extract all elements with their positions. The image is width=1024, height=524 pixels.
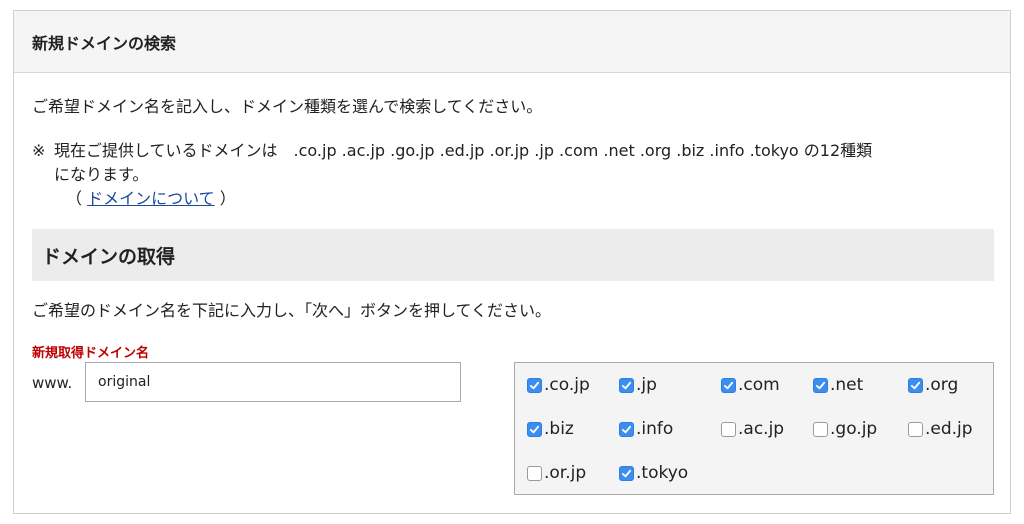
domain-checkbox[interactable] — [721, 421, 736, 437]
intro-text: ご希望ドメイン名を記入し、ドメイン種類を選んで検索してください。 — [32, 97, 543, 116]
domain-name-input[interactable] — [85, 362, 461, 402]
domain-checkbox[interactable] — [527, 377, 542, 393]
domain-name-label: 新規取得ドメイン名 — [32, 346, 150, 361]
domain-checkbox[interactable] — [527, 421, 542, 437]
paren-close: ） — [214, 189, 236, 208]
checkmark-icon — [621, 469, 632, 477]
domain-type-box: .co.jp .jp .com .net .org .biz .info .ac.jp .go.… — [514, 362, 994, 495]
domain-option-com[interactable]: .com — [721, 375, 780, 395]
domain-option-tokyo[interactable]: .tokyo — [619, 463, 688, 483]
panel-title: 新規ドメインの検索 — [14, 11, 1010, 73]
note-link-row: （ ドメインについて ） — [32, 187, 992, 211]
domain-label: .go.jp — [830, 419, 878, 439]
domain-option-info[interactable]: .info — [619, 419, 673, 439]
domain-checkbox[interactable] — [908, 377, 923, 393]
domain-checkbox[interactable] — [619, 465, 634, 481]
domain-checkbox[interactable] — [813, 377, 828, 393]
domain-label: .ed.jp — [925, 419, 973, 439]
domain-option-jp[interactable]: .jp — [619, 375, 657, 395]
instruction-text: ご希望のドメイン名を下記に入力し、「次へ」ボタンを押してください。 — [32, 301, 552, 320]
domain-option-biz[interactable]: .biz — [527, 419, 574, 439]
note-mark: ※ — [32, 141, 46, 160]
domain-checkbox[interactable] — [908, 421, 923, 437]
domain-checkbox[interactable] — [721, 377, 736, 393]
domain-label: .or.jp — [544, 463, 587, 483]
domain-option-go-jp[interactable]: .go.jp — [813, 419, 877, 439]
checkmark-icon — [529, 425, 540, 433]
checkmark-icon — [815, 381, 826, 389]
domain-option-or-jp[interactable]: .or.jp — [527, 463, 586, 483]
about-domains-link[interactable]: ドメインについて — [87, 189, 215, 208]
domain-label: .org — [925, 375, 959, 395]
domain-label: .net — [830, 375, 864, 395]
domain-label: .co.jp — [544, 375, 590, 395]
domain-checkbox[interactable] — [813, 421, 828, 437]
domain-search-panel: 新規ドメインの検索 ご希望ドメイン名を記入し、ドメイン種類を選んで検索してくださ… — [13, 10, 1011, 514]
note-line2: になります。 — [54, 165, 149, 184]
domain-option-co-jp[interactable]: .co.jp — [527, 375, 590, 395]
note-line1: 現在ご提供しているドメインは .co.jp .ac.jp .go.jp .ed.… — [54, 141, 873, 160]
section-title: ドメインの取得 — [32, 229, 994, 281]
domain-label: .tokyo — [636, 463, 689, 483]
checkmark-icon — [621, 381, 632, 389]
domain-label: .biz — [544, 419, 574, 439]
domain-label: .jp — [636, 375, 657, 395]
domain-note: ※ 現在ご提供しているドメインは .co.jp .ac.jp .go.jp .ed… — [32, 139, 992, 211]
domain-label: .info — [636, 419, 674, 439]
domain-label: .com — [738, 375, 780, 395]
domain-option-ed-jp[interactable]: .ed.jp — [908, 419, 973, 439]
checkmark-icon — [910, 381, 921, 389]
checkmark-icon — [621, 425, 632, 433]
checkmark-icon — [723, 381, 734, 389]
domain-option-ac-jp[interactable]: .ac.jp — [721, 419, 784, 439]
domain-checkbox[interactable] — [619, 377, 634, 393]
domain-option-net[interactable]: .net — [813, 375, 863, 395]
domain-label: .ac.jp — [738, 419, 785, 439]
domain-option-org[interactable]: .org — [908, 375, 958, 395]
www-prefix: www. — [32, 374, 73, 392]
domain-checkbox[interactable] — [527, 465, 542, 481]
checkmark-icon — [529, 381, 540, 389]
paren-open: （ — [66, 189, 88, 208]
domain-checkbox[interactable] — [619, 421, 634, 437]
